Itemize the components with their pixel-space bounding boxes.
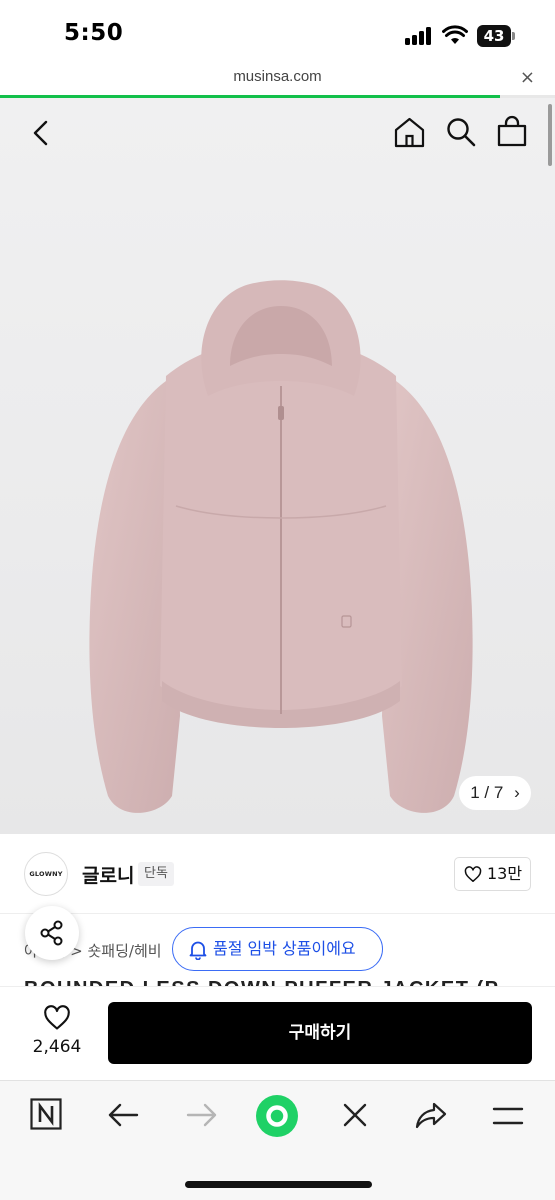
naver-n-icon[interactable] — [30, 1098, 62, 1130]
exclusive-badge: 단독 — [138, 862, 174, 886]
wishlist-count: 2,464 — [32, 1037, 82, 1057]
battery-level: 43 — [483, 27, 505, 45]
green-dot-icon[interactable] — [256, 1095, 298, 1137]
url-text[interactable]: musinsa.com — [0, 68, 555, 85]
heart-icon — [44, 1005, 70, 1030]
purchase-bar: 2,464 구매하기 — [0, 986, 555, 1080]
battery-icon: 43 — [477, 25, 515, 47]
home-indicator[interactable] — [185, 1181, 372, 1188]
gallery-pager[interactable]: 1 / 7 › — [459, 776, 531, 810]
buy-button[interactable]: 구매하기 — [108, 1002, 532, 1064]
url-close-button[interactable]: × — [520, 67, 535, 88]
status-bar: 5:50 43 — [0, 0, 555, 64]
menu-icon[interactable] — [492, 1106, 524, 1126]
wishlist-button[interactable]: 2,464 — [24, 1003, 90, 1063]
low-stock-toast: 품절 임박 상품이에요 — [172, 927, 383, 971]
brand-logo[interactable]: GLOWNY — [24, 852, 68, 896]
share-arrow-icon[interactable] — [415, 1101, 447, 1129]
home-icon[interactable] — [393, 116, 426, 149]
forward-arrow-icon[interactable] — [186, 1102, 218, 1128]
back-icon[interactable] — [30, 119, 52, 147]
brand-like-button[interactable]: 13만 — [454, 857, 531, 891]
gallery-pager-text: 1 / 7 — [470, 783, 504, 802]
brand-row: GLOWNY 글로니 단독 13만 — [0, 834, 555, 914]
brand-like-count: 13만 — [487, 864, 523, 883]
product-image-gallery[interactable]: 1 / 7 › — [0, 98, 555, 834]
wifi-icon — [442, 25, 468, 44]
share-icon — [40, 920, 63, 946]
scroll-indicator[interactable] — [548, 104, 552, 166]
cart-icon[interactable] — [496, 114, 528, 148]
product-jacket-image[interactable] — [80, 276, 482, 821]
brand-name[interactable]: 글로니 — [82, 861, 134, 888]
search-icon[interactable] — [445, 116, 477, 148]
back-arrow-icon[interactable] — [107, 1102, 139, 1128]
status-time: 5:50 — [64, 20, 124, 46]
signal-icon — [405, 27, 435, 45]
close-x-icon[interactable] — [342, 1102, 368, 1128]
chevron-right-icon: › — [514, 783, 520, 802]
share-button[interactable] — [25, 906, 79, 960]
url-bar[interactable]: musinsa.com × — [0, 64, 555, 96]
low-stock-text: 품절 임박 상품이에요 — [213, 939, 356, 958]
bell-icon — [189, 941, 207, 960]
heart-icon — [464, 866, 482, 882]
